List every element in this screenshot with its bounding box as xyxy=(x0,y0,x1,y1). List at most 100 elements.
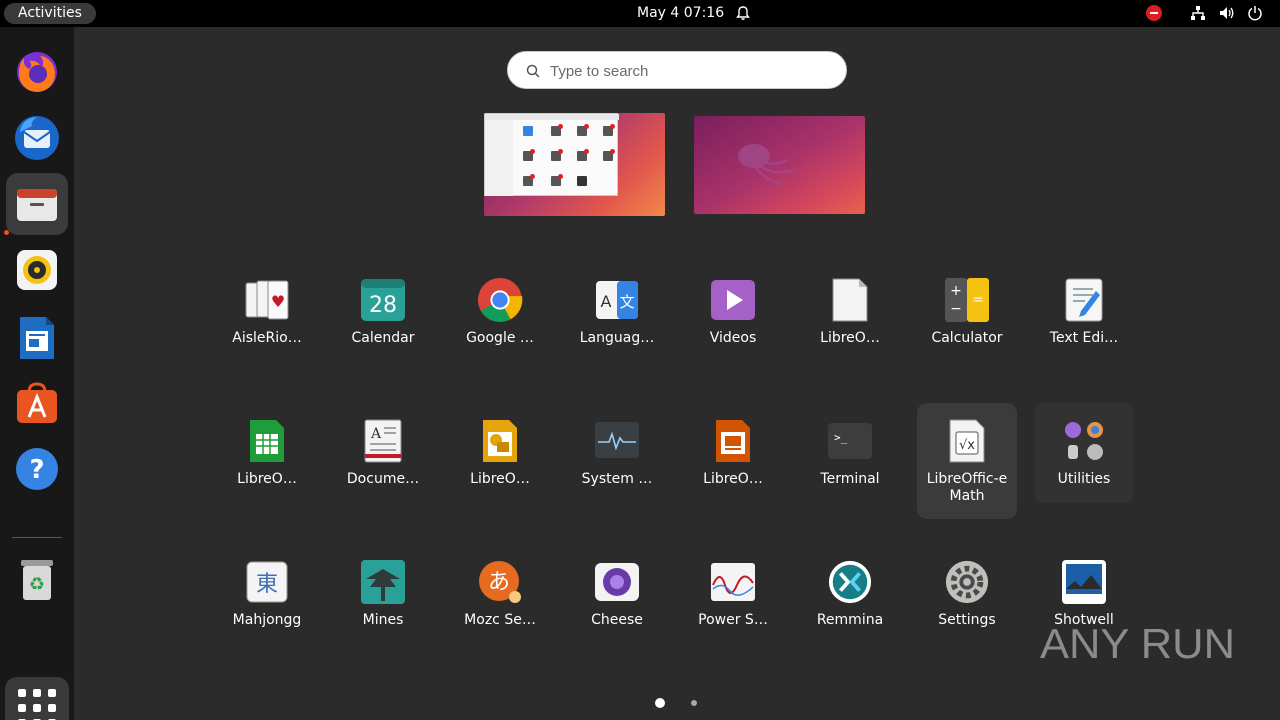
app-language[interactable]: A 文 Languag… xyxy=(567,262,667,378)
volume-icon[interactable] xyxy=(1219,5,1235,21)
calendar-icon-glyph: 28 xyxy=(369,293,397,318)
app-mahjongg[interactable]: 東 Mahjongg xyxy=(217,544,317,660)
app-label: Cheese xyxy=(591,612,643,628)
language-icon: A文 xyxy=(594,277,640,323)
show-applications-button[interactable] xyxy=(5,677,69,720)
libreoffice-draw-icon xyxy=(477,418,523,464)
app-terminal[interactable]: >_ Terminal xyxy=(800,403,900,519)
app-label: LibreO… xyxy=(820,330,880,346)
app-calculator[interactable]: + − = Calculator xyxy=(917,262,1017,378)
app-label: Utilities xyxy=(1057,471,1111,487)
app-mines[interactable]: Mines xyxy=(333,544,433,660)
dock: ? ♻ xyxy=(0,27,74,720)
text-editor-icon xyxy=(1061,277,1107,323)
dock-help[interactable]: ? xyxy=(6,438,68,500)
app-label: Mines xyxy=(362,612,404,628)
search-box[interactable] xyxy=(507,51,847,89)
app-document-viewer[interactable]: A Docume… xyxy=(333,403,433,519)
help-icon: ? xyxy=(16,448,58,490)
mahjongg-icon-glyph: 東 xyxy=(256,572,278,597)
libreoffice-calc-icon xyxy=(244,418,290,464)
app-label: LibreO… xyxy=(703,471,763,487)
app-text-editor[interactable]: Text Edi… xyxy=(1034,262,1134,378)
mozc-icon-glyph: あ xyxy=(488,570,510,595)
dock-firefox[interactable] xyxy=(6,40,68,102)
app-label: AisleRio… xyxy=(232,330,302,346)
firefox-icon xyxy=(17,52,57,92)
app-label: Text Edi… xyxy=(1049,330,1119,346)
dock-thunderbird[interactable] xyxy=(6,106,68,168)
dock-trash[interactable]: ♻ xyxy=(6,548,68,610)
app-label: LibreO… xyxy=(470,471,530,487)
shotwell-icon xyxy=(1061,559,1107,605)
language-icon-glyph: A xyxy=(601,292,612,311)
app-label: Mahjongg xyxy=(232,612,302,628)
anyrun-watermark: ANY RUN xyxy=(1040,620,1235,667)
app-videos[interactable]: Videos xyxy=(683,262,783,378)
svg-text:>_: >_ xyxy=(834,431,848,444)
app-label: Languag… xyxy=(579,330,655,346)
dock-ubuntu-software[interactable] xyxy=(6,372,68,434)
app-label: Terminal xyxy=(820,471,880,487)
dock-writer[interactable] xyxy=(6,307,68,369)
svg-text:+: + xyxy=(950,283,962,299)
utilities-folder-icon xyxy=(1061,418,1107,464)
dock-rhythmbox[interactable] xyxy=(6,239,68,301)
system-monitor-icon xyxy=(594,418,640,464)
workspace-1-thumbnail[interactable] xyxy=(484,113,665,216)
page-indicator-1[interactable] xyxy=(655,698,665,708)
dock-separator xyxy=(12,537,62,538)
libreoffice-impress-icon xyxy=(710,418,756,464)
app-label: Calculator xyxy=(931,330,1003,346)
libreoffice-math-icon: √x xyxy=(944,418,990,464)
svg-text:√x: √x xyxy=(959,438,975,453)
app-libreoffice-impress[interactable]: LibreO… xyxy=(683,403,783,519)
libreoffice-writer-icon xyxy=(20,317,54,359)
app-cheese[interactable]: Cheese xyxy=(567,544,667,660)
power-icon[interactable] xyxy=(1247,5,1263,21)
power-statistics-icon xyxy=(710,559,756,605)
app-system-monitor[interactable]: System … xyxy=(567,403,667,519)
bell-icon[interactable] xyxy=(735,5,751,21)
app-libreoffice-math[interactable]: √x LibreOffic-e Math xyxy=(917,403,1017,519)
running-indicator xyxy=(4,230,9,235)
chrome-icon xyxy=(477,277,523,323)
top-bar: Activities May 4 07:16 xyxy=(0,0,1280,27)
app-label: Mozc Se… xyxy=(464,612,536,628)
trash-icon: ♻ xyxy=(21,560,53,600)
app-calendar[interactable]: 28 Calendar xyxy=(333,262,433,378)
app-mozc[interactable]: あ Mozc Se… xyxy=(450,544,550,660)
settings-icon xyxy=(944,559,990,605)
remmina-icon xyxy=(827,559,873,605)
watermark-text: ANY RUN xyxy=(1040,620,1235,667)
svg-text:♻: ♻ xyxy=(29,574,45,595)
svg-text:?: ? xyxy=(29,455,44,485)
app-libreoffice-draw[interactable]: LibreO… xyxy=(450,403,550,519)
document-viewer-icon: A xyxy=(360,418,406,464)
app-label: Google … xyxy=(466,330,534,346)
app-settings[interactable]: Settings xyxy=(917,544,1017,660)
files-window-thumbnail[interactable] xyxy=(484,113,619,196)
app-libreoffice[interactable]: LibreO… xyxy=(800,262,900,378)
recording-indicator-icon[interactable] xyxy=(1146,5,1162,21)
app-label: Power S… xyxy=(698,612,768,628)
search-icon xyxy=(526,64,540,78)
activities-button[interactable]: Activities xyxy=(4,3,96,24)
app-chrome[interactable]: Google … xyxy=(450,262,550,378)
clock[interactable]: May 4 07:16 xyxy=(637,0,724,27)
page-indicator-2[interactable] xyxy=(691,700,697,706)
mines-icon xyxy=(360,559,406,605)
search-input[interactable] xyxy=(550,58,830,84)
app-label: Videos xyxy=(709,330,757,346)
app-cards[interactable]: ♥ AisleRio… xyxy=(217,262,317,378)
app-power-statistics[interactable]: Power S… xyxy=(683,544,783,660)
svg-text:=: = xyxy=(972,292,984,308)
cards-icon: ♥ xyxy=(244,277,290,323)
app-utilities-folder[interactable]: Utilities xyxy=(1034,403,1134,503)
app-libreoffice-calc[interactable]: LibreO… xyxy=(217,403,317,519)
app-remmina[interactable]: Remmina xyxy=(800,544,900,660)
libreoffice-icon xyxy=(827,277,873,323)
network-icon[interactable] xyxy=(1190,5,1206,21)
workspace-2-thumbnail[interactable] xyxy=(694,116,865,214)
dock-files[interactable] xyxy=(6,173,68,235)
